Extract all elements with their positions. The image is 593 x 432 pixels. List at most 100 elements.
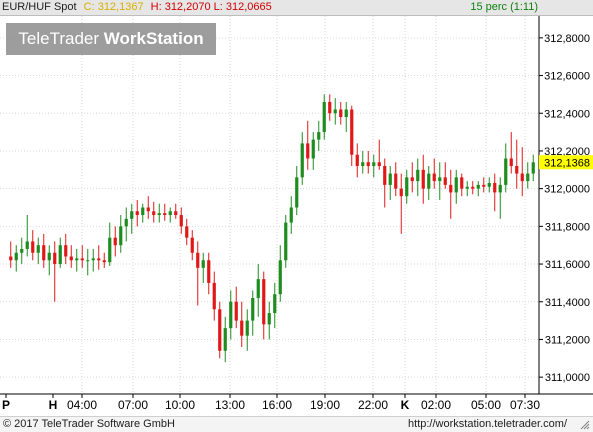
- candle-body: [64, 245, 68, 257]
- candle-body: [427, 173, 431, 189]
- candle-body: [438, 177, 442, 182]
- logo-text-2: WorkStation: [103, 29, 204, 48]
- candle-body: [333, 109, 337, 114]
- y-tick-label: 312,6000: [544, 71, 590, 83]
- candle-body: [119, 226, 123, 246]
- y-tick-label: 311,6000: [545, 259, 590, 271]
- x-tick-label: 05:00: [471, 398, 501, 412]
- candle-body: [300, 143, 304, 178]
- candle-body: [229, 301, 233, 329]
- candle-body: [218, 309, 222, 351]
- candle-body: [421, 169, 425, 189]
- y-tick-label: 312,8000: [544, 33, 590, 45]
- x-tick-label: 22:00: [358, 398, 388, 412]
- candle-body: [471, 186, 475, 189]
- candle-body: [311, 139, 315, 159]
- candle-body: [14, 252, 18, 261]
- candle-body: [306, 143, 310, 159]
- candle-body: [267, 313, 271, 325]
- candle-body: [47, 252, 51, 261]
- period-label[interactable]: 15 perc (1:11): [470, 0, 538, 15]
- candle-body: [443, 177, 447, 185]
- candle-body: [152, 211, 156, 216]
- candle-body: [58, 245, 62, 265]
- candle-body: [124, 218, 128, 227]
- candle-body: [207, 260, 211, 283]
- candle-body: [42, 245, 46, 261]
- candle-body: [97, 258, 101, 261]
- logo-text-1: TeleTrader: [18, 29, 100, 48]
- candle-body: [289, 207, 293, 223]
- candle-body: [487, 182, 491, 187]
- candle-body: [91, 258, 95, 261]
- candle-body: [531, 162, 535, 174]
- resize-grip-icon[interactable]: [579, 419, 590, 430]
- candle-body: [328, 101, 332, 114]
- website-link[interactable]: http://workstation.teletrader.com/: [408, 417, 567, 432]
- x-tick-label: 07:30: [510, 398, 540, 412]
- candle-body: [476, 184, 480, 189]
- candle-body: [344, 109, 348, 118]
- chart-window: EUR/HUF Spot C: 312,1367 H: 312,2070 L: …: [0, 0, 593, 432]
- candle-body: [179, 215, 183, 227]
- candle-body: [234, 301, 238, 321]
- candle-body: [75, 258, 79, 261]
- candle-body: [190, 237, 194, 253]
- candle-body: [350, 109, 354, 155]
- candle-body: [20, 248, 24, 253]
- candle-body: [498, 184, 502, 193]
- candle-body: [493, 182, 497, 193]
- symbol-label[interactable]: EUR/HUF Spot: [0, 0, 77, 15]
- candle-body: [86, 260, 90, 262]
- candle-body: [416, 169, 420, 182]
- candle-body: [102, 260, 106, 263]
- y-tick-label: 311,8000: [545, 221, 590, 233]
- x-tick-label: P: [2, 398, 10, 412]
- candle-body: [295, 177, 299, 208]
- candle-body: [454, 177, 458, 193]
- candle-body: [405, 177, 409, 197]
- y-tick-label: 311,2000: [545, 334, 590, 346]
- candle-down: [218, 301, 222, 359]
- candle-body: [53, 252, 57, 265]
- candle-body: [394, 173, 398, 189]
- x-tick-label: 02:00: [421, 398, 451, 412]
- candle-body: [262, 279, 266, 325]
- y-tick-label: 312,0000: [544, 184, 590, 196]
- candle-body: [361, 162, 365, 167]
- x-tick-label: 10:00: [165, 398, 195, 412]
- candle-body: [383, 166, 387, 185]
- candle-body: [377, 162, 381, 167]
- candle-body: [223, 328, 227, 351]
- candle-body: [69, 256, 73, 261]
- candle-body: [322, 101, 326, 133]
- candle-up: [284, 215, 288, 268]
- y-tick-label: 311,0000: [545, 372, 590, 384]
- candle-body: [504, 158, 508, 185]
- candle-body: [399, 188, 403, 197]
- candle-body: [520, 173, 524, 182]
- y-tick-label: 312,4000: [544, 108, 590, 120]
- candle-body: [245, 320, 249, 336]
- candle-body: [31, 241, 35, 253]
- candlestick-chart[interactable]: 311,0000 311,2000 311,4000 311,6000 311,8000…: [0, 16, 593, 415]
- candle-body: [113, 237, 117, 246]
- copyright-text: © 2017 TeleTrader Software GmbH: [3, 418, 175, 430]
- candle-body: [146, 207, 150, 212]
- candle-body: [526, 173, 530, 182]
- teletrader-logo: TeleTrader WorkStation: [6, 23, 216, 55]
- candle-body: [157, 213, 161, 216]
- candle-body: [168, 211, 172, 216]
- chart-footer: © 2017 TeleTrader Software GmbH http://w…: [0, 416, 593, 432]
- candle-body: [388, 173, 392, 185]
- price-tag: 312,1368: [539, 155, 593, 170]
- candle-body: [25, 241, 29, 249]
- candle-body: [432, 173, 436, 182]
- x-tick-label: 16:00: [262, 398, 292, 412]
- high-value: H: 312,2070: [150, 1, 211, 13]
- candle-body: [36, 245, 40, 253]
- candle-body: [460, 177, 464, 189]
- y-tick-label: 311,4000: [545, 297, 590, 309]
- x-tick-label: 07:00: [118, 398, 148, 412]
- candle-body: [201, 260, 205, 268]
